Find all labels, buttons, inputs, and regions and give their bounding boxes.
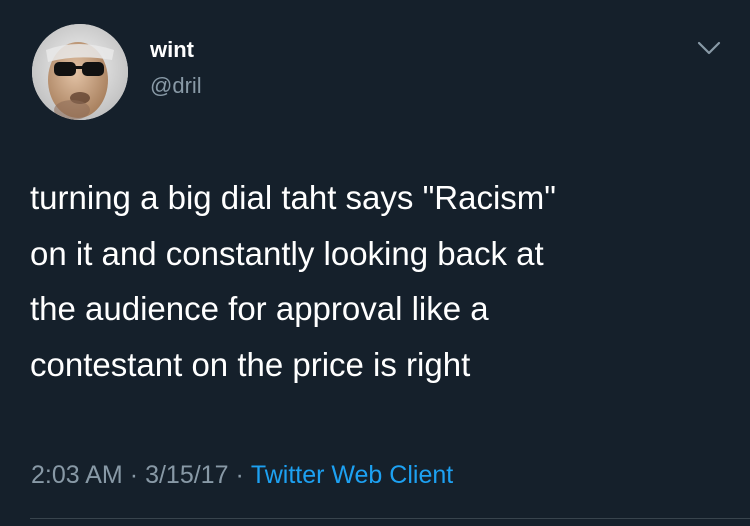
avatar-image: [32, 24, 128, 120]
avatar[interactable]: [32, 24, 128, 120]
tweet-text-line: turning a big dial taht says "Racism": [30, 179, 557, 216]
tweet-text-line: the audience for approval like a: [30, 290, 489, 327]
tweet-client-link[interactable]: Twitter Web Client: [251, 461, 453, 489]
tweet-text-line: on it and constantly looking back at: [30, 234, 544, 272]
separator: ·: [129, 461, 139, 489]
author-name[interactable]: wint: [150, 37, 194, 63]
author-handle[interactable]: @dril: [150, 73, 202, 99]
tweet-text: turning a big dial taht says "Racism" on…: [30, 170, 730, 392]
tweet-time[interactable]: 2:03 AM: [31, 461, 123, 489]
tweet-text-line: contestant on the price is right: [30, 345, 471, 383]
divider: [30, 518, 750, 519]
chevron-down-icon[interactable]: [692, 34, 726, 62]
separator: ·: [235, 461, 244, 489]
tweet-date[interactable]: 3/15/17: [145, 461, 228, 489]
tweet-card: wint @dril turning a big dial taht says …: [0, 0, 750, 526]
tweet-metadata: 2:03 AM · 3/15/17 · Twitter Web Client: [31, 460, 453, 490]
